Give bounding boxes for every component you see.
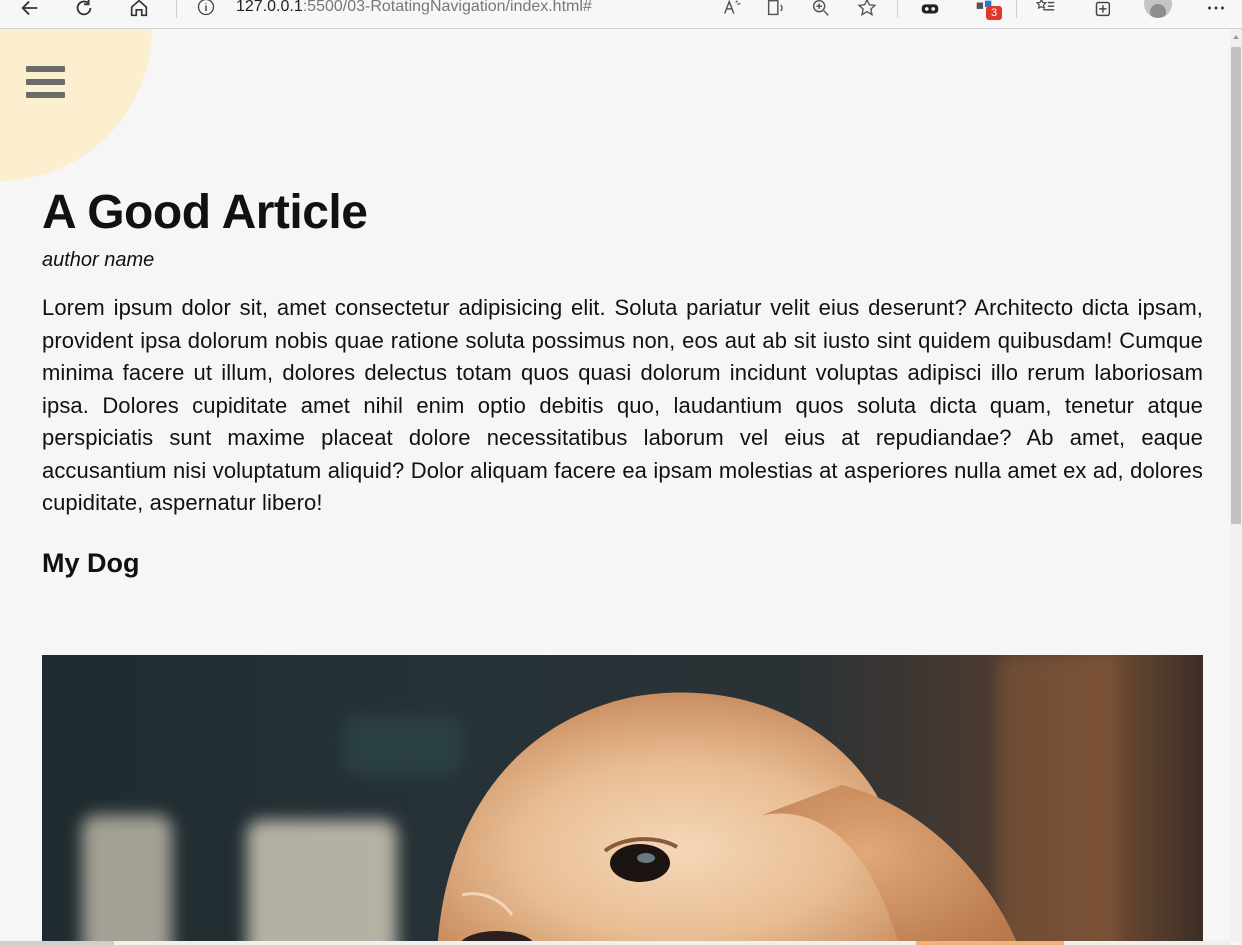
address-bar[interactable]: 127.0.0.1:5500/03-RotatingNavigation/ind… (196, 0, 592, 22)
home-button[interactable] (121, 0, 157, 24)
page-viewport: A Good Article author name Lorem ipsum d… (0, 29, 1230, 942)
url-host: 127.0.0.1 (236, 0, 303, 15)
zoom-icon (812, 0, 829, 16)
read-aloud-button[interactable] (714, 0, 750, 24)
more-dots-icon (1208, 6, 1224, 10)
article: A Good Article author name Lorem ipsum d… (42, 185, 1203, 580)
info-icon (197, 0, 215, 16)
vertical-scrollbar[interactable] (1230, 29, 1242, 942)
menu-button[interactable] (26, 66, 66, 102)
url-path: :5500/03-RotatingNavigation/index.html# (302, 0, 592, 15)
back-button[interactable] (12, 0, 48, 24)
toolbar-separator (1016, 0, 1017, 18)
read-aloud-icon (723, 0, 741, 14)
favorites-list-icon (1035, 0, 1055, 11)
article-body: Lorem ipsum dolor sit, amet consectetur … (42, 295, 1203, 515)
hamburger-icon (26, 66, 65, 72)
favorites-button[interactable] (1028, 0, 1064, 24)
add-favorite-button[interactable] (849, 0, 885, 24)
article-author: author name (42, 249, 155, 271)
profile-avatar[interactable] (1144, 0, 1172, 18)
scrollbar-segment (916, 941, 1064, 945)
article-subheading: My Dog (42, 547, 140, 578)
extension-button[interactable] (912, 0, 948, 24)
collections-button[interactable] (1084, 0, 1120, 24)
toolbar-separator (897, 0, 898, 18)
reload-button[interactable] (66, 0, 102, 24)
toolbar-separator (176, 0, 177, 18)
browser-toolbar: 127.0.0.1:5500/03-RotatingNavigation/ind… (0, 0, 1242, 29)
reload-icon (76, 0, 92, 16)
immersive-reader-icon (767, 0, 783, 16)
article-title: A Good Article (42, 186, 368, 239)
nav-circle (0, 29, 152, 181)
favorite-star-icon (857, 0, 877, 16)
extensions-count-badge: 3 (986, 6, 1002, 20)
home-icon (130, 0, 148, 17)
immersive-reader-button[interactable] (758, 0, 794, 24)
more-button[interactable] (1198, 0, 1234, 24)
scrollbar-segment (0, 941, 114, 945)
hamburger-icon (26, 92, 65, 98)
collections-icon (1095, 1, 1111, 17)
scrollbar-thumb[interactable] (1231, 47, 1241, 524)
extension-mask-icon (921, 4, 939, 14)
dog-photo (42, 655, 1203, 942)
hamburger-icon (26, 79, 65, 85)
horizontal-scrollbar[interactable] (0, 941, 1230, 945)
scroll-up-arrow-icon[interactable] (1233, 35, 1239, 39)
back-arrow-icon (21, 0, 38, 16)
zoom-button[interactable] (803, 0, 839, 24)
dog-illustration (437, 692, 1017, 942)
